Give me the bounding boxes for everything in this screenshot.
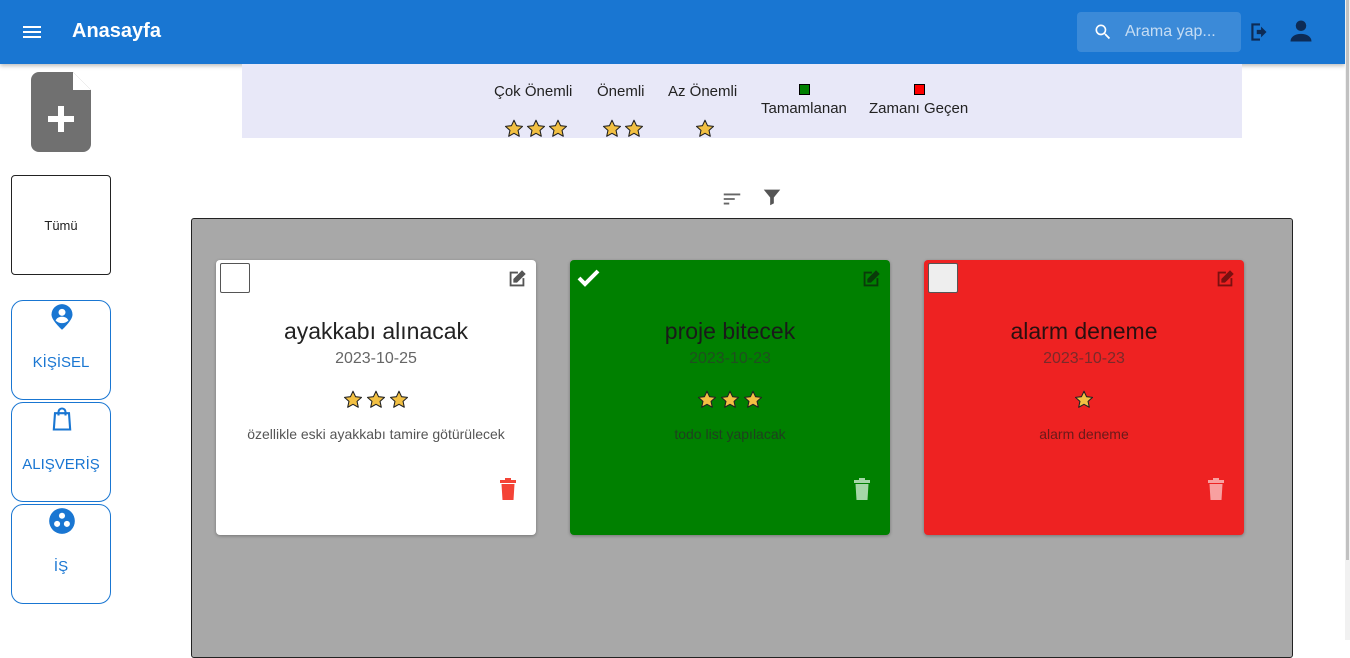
note-date: 2023-10-25: [335, 350, 417, 367]
star-icon: [504, 119, 524, 143]
category-work-label: İŞ: [53, 558, 69, 575]
legend-overdue-swatch: [914, 84, 925, 95]
note-description: todo list yapılacak: [674, 426, 786, 442]
app-bar: Anasayfa: [0, 0, 1345, 64]
note-priority-stars: [570, 390, 890, 414]
star-icon: [602, 119, 622, 143]
edit-icon[interactable]: [506, 268, 528, 290]
search-input[interactable]: [1125, 12, 1237, 52]
star-icon: [389, 390, 409, 414]
complete-checkbox[interactable]: [220, 263, 250, 293]
note-date: 2023-10-23: [689, 350, 771, 367]
note-card[interactable]: ayakkabı alınacak 2023-10-25 özellikle e…: [216, 260, 536, 535]
legend-completed-swatch: [799, 84, 810, 95]
legend-priority-medium-label: Önemli: [597, 83, 645, 100]
note-description: özellikle eski ayakkabı tamire götürülec…: [247, 426, 505, 442]
star-icon: [624, 119, 644, 143]
edit-icon[interactable]: [860, 268, 882, 290]
note-title: ayakkabı alınacak: [283, 318, 469, 344]
page-scrollbar[interactable]: [1345, 0, 1350, 640]
note-priority-stars: [924, 390, 1244, 414]
star-icon: [1074, 390, 1094, 414]
logout-icon[interactable]: [1247, 19, 1273, 45]
complete-checkbox[interactable]: [928, 263, 958, 293]
category-personal-button[interactable]: KİŞİSEL: [11, 300, 111, 400]
legend-panel: Çok Önemli Önemli Az Önemli Tamamlanan Z…: [242, 64, 1242, 138]
star-icon: [548, 119, 568, 143]
legend-priority-low-stars: [695, 119, 715, 143]
legend-overdue-label: Zamanı Geçen: [869, 100, 969, 117]
delete-icon[interactable]: [498, 478, 518, 500]
note-title: proje bitecek: [664, 318, 796, 344]
legend-priority-high-label: Çok Önemli: [494, 83, 573, 100]
note-title: alarm deneme: [1010, 318, 1158, 344]
filter-icon[interactable]: [761, 186, 783, 208]
note-card[interactable]: proje bitecek 2023-10-23 todo list yapıl…: [570, 260, 890, 535]
note-date: 2023-10-23: [1043, 350, 1125, 367]
sort-icon[interactable]: [721, 188, 743, 210]
account-icon[interactable]: [1287, 17, 1315, 45]
notes-board: ayakkabı alınacak 2023-10-25 özellikle e…: [191, 218, 1293, 658]
menu-icon[interactable]: [20, 20, 44, 44]
category-shopping-label: ALIŞVERİŞ: [22, 456, 100, 473]
category-shopping-button[interactable]: ALIŞVERİŞ: [11, 402, 111, 502]
legend-priority-low-label: Az Önemli: [668, 83, 738, 100]
delete-icon[interactable]: [1206, 478, 1226, 500]
note-add-icon[interactable]: [31, 72, 91, 152]
search-icon: [1093, 22, 1113, 42]
note-description: alarm deneme: [1039, 426, 1129, 442]
search-box: [1077, 12, 1241, 52]
edit-icon[interactable]: [1214, 268, 1236, 290]
legend-priority-medium-stars: [602, 119, 644, 143]
star-icon: [526, 119, 546, 143]
scrollbar-thumb[interactable]: [1346, 0, 1349, 560]
legend-priority-high-stars: [504, 119, 568, 143]
star-icon: [695, 119, 715, 143]
star-icon: [697, 390, 717, 414]
legend-completed-label: Tamamlanan: [761, 100, 847, 117]
complete-checkbox[interactable]: [574, 263, 604, 293]
workspaces-icon: [48, 507, 76, 535]
person-pin-icon: [48, 303, 76, 331]
star-icon: [720, 390, 740, 414]
category-personal-label: KİŞİSEL: [32, 354, 90, 371]
category-work-button[interactable]: İŞ: [11, 504, 111, 604]
note-card[interactable]: alarm deneme 2023-10-23 alarm deneme: [924, 260, 1244, 535]
page-title: Anasayfa: [72, 20, 161, 42]
category-all-button[interactable]: Tümü: [11, 175, 111, 275]
star-icon: [343, 390, 363, 414]
note-priority-stars: [216, 390, 536, 414]
delete-icon[interactable]: [852, 478, 872, 500]
star-icon: [743, 390, 763, 414]
category-all-label: Tümü: [44, 217, 78, 233]
star-icon: [366, 390, 386, 414]
shopping-bag-icon: [48, 405, 76, 433]
